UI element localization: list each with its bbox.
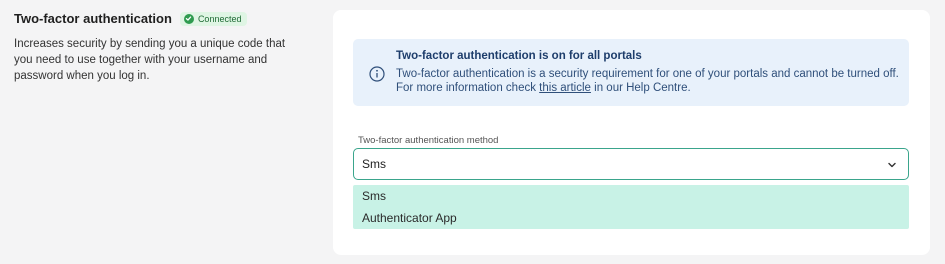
section-description: Increases security by sending you a uniq…	[14, 38, 286, 82]
status-badge: Connected	[179, 11, 248, 26]
alert-body: Two-factor authentication is a security …	[396, 67, 901, 95]
method-dropdown: Sms Authenticator App	[353, 185, 909, 229]
chevron-down-icon	[886, 158, 898, 170]
section-info: Two-factor authentication Connected Incr…	[14, 11, 314, 84]
method-label: Two-factor authentication method	[358, 135, 499, 146]
section-header: Two-factor authentication Connected	[14, 11, 314, 26]
option-sms[interactable]: Sms	[353, 185, 909, 207]
settings-card: Two-factor authentication is on for all …	[333, 10, 930, 255]
info-alert: Two-factor authentication is on for all …	[353, 39, 909, 106]
method-select[interactable]: Sms	[353, 148, 909, 180]
method-select-value: Sms	[362, 157, 386, 171]
alert-body-text-end: in our Help Centre.	[590, 82, 691, 94]
section-title: Two-factor authentication	[14, 11, 172, 26]
help-article-link[interactable]: this article	[539, 82, 591, 94]
info-icon	[369, 66, 385, 82]
status-badge-label: Connected	[197, 13, 242, 24]
alert-title: Two-factor authentication is on for all …	[396, 50, 642, 62]
option-authenticator-app[interactable]: Authenticator App	[353, 207, 909, 229]
check-circle-icon	[183, 13, 194, 24]
